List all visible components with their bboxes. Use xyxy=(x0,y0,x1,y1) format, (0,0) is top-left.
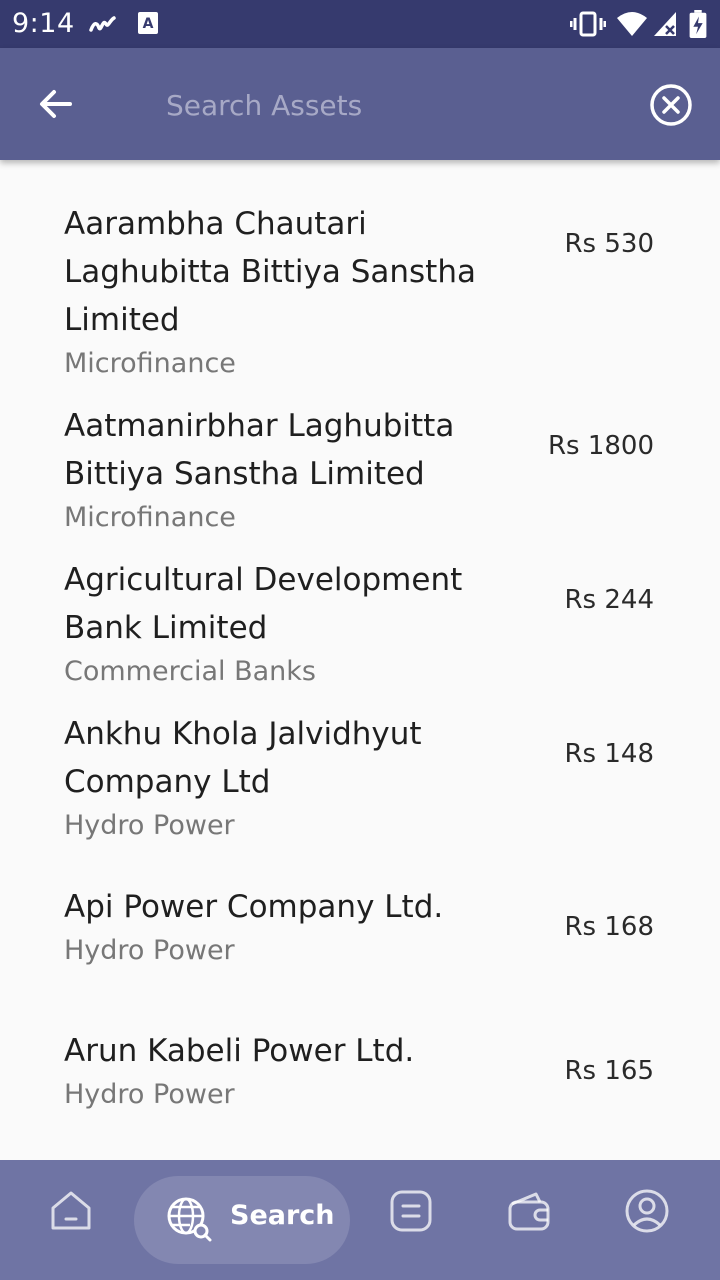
asset-name: Ankhu Khola Jalvidhyut Company Ltd xyxy=(64,716,422,800)
bottom-navigation xyxy=(0,1160,720,1280)
asset-category: Hydro Power xyxy=(64,935,235,966)
list-item[interactable]: Ankhu Khola Jalvidhyut Company Ltd Hydro… xyxy=(0,710,720,846)
wallet-icon[interactable] xyxy=(506,1188,552,1234)
asset-price: Rs 244 xyxy=(564,585,654,615)
svg-text:A: A xyxy=(143,16,154,32)
home-icon[interactable] xyxy=(48,1188,94,1234)
wifi-icon xyxy=(617,12,647,36)
vibrate-icon xyxy=(570,11,606,37)
asset-price: Rs 168 xyxy=(564,912,654,942)
asset-category: Microfinance xyxy=(64,348,236,379)
status-time: 9:14 xyxy=(12,8,75,39)
list-item[interactable]: Aatmanirbhar Laghubitta Bittiya Sanstha … xyxy=(0,402,720,538)
app-notification-icon: A xyxy=(138,12,158,34)
asset-price: Rs 1800 xyxy=(547,431,654,461)
app-bar xyxy=(0,48,720,160)
globe-search-icon xyxy=(167,1197,212,1242)
asset-name: Api Power Company Ltd. xyxy=(64,889,444,925)
asset-name: Aarambha Chautari Laghubitta Bittiya San… xyxy=(64,206,476,338)
nav-search-label: Search xyxy=(230,1200,335,1231)
asset-name: Aatmanirbhar Laghubitta Bittiya Sanstha … xyxy=(64,408,455,492)
nav-item-search[interactable]: Search xyxy=(134,1176,350,1264)
list-item[interactable]: Arun Kabeli Power Ltd. Hydro Power Rs 16… xyxy=(0,1027,720,1117)
asset-category: Hydro Power xyxy=(64,810,235,841)
list-item[interactable]: Aarambha Chautari Laghubitta Bittiya San… xyxy=(0,200,720,384)
cell-signal-icon xyxy=(654,12,676,36)
asset-category: Commercial Banks xyxy=(64,656,316,687)
asset-price: Rs 165 xyxy=(564,1056,654,1086)
asset-price: Rs 530 xyxy=(564,229,654,259)
list-item[interactable]: Api Power Company Ltd. Hydro Power Rs 16… xyxy=(0,883,720,973)
search-input[interactable] xyxy=(164,74,628,136)
asset-category: Microfinance xyxy=(64,502,236,533)
battery-charging-icon xyxy=(689,10,707,38)
asset-name: Arun Kabeli Power Ltd. xyxy=(64,1033,415,1069)
signal-wave-notification-icon xyxy=(89,16,116,32)
asset-price: Rs 148 xyxy=(564,739,654,769)
profile-icon[interactable] xyxy=(624,1188,670,1234)
back-arrow-icon[interactable] xyxy=(34,82,78,126)
asset-category: Hydro Power xyxy=(64,1079,235,1110)
status-bar: 9:14 A xyxy=(0,0,720,48)
orders-icon[interactable] xyxy=(388,1188,434,1234)
list-item[interactable]: Agricultural Development Bank Limited Co… xyxy=(0,556,720,692)
asset-name: Agricultural Development Bank Limited xyxy=(64,562,463,646)
clear-search-icon[interactable] xyxy=(648,82,694,128)
